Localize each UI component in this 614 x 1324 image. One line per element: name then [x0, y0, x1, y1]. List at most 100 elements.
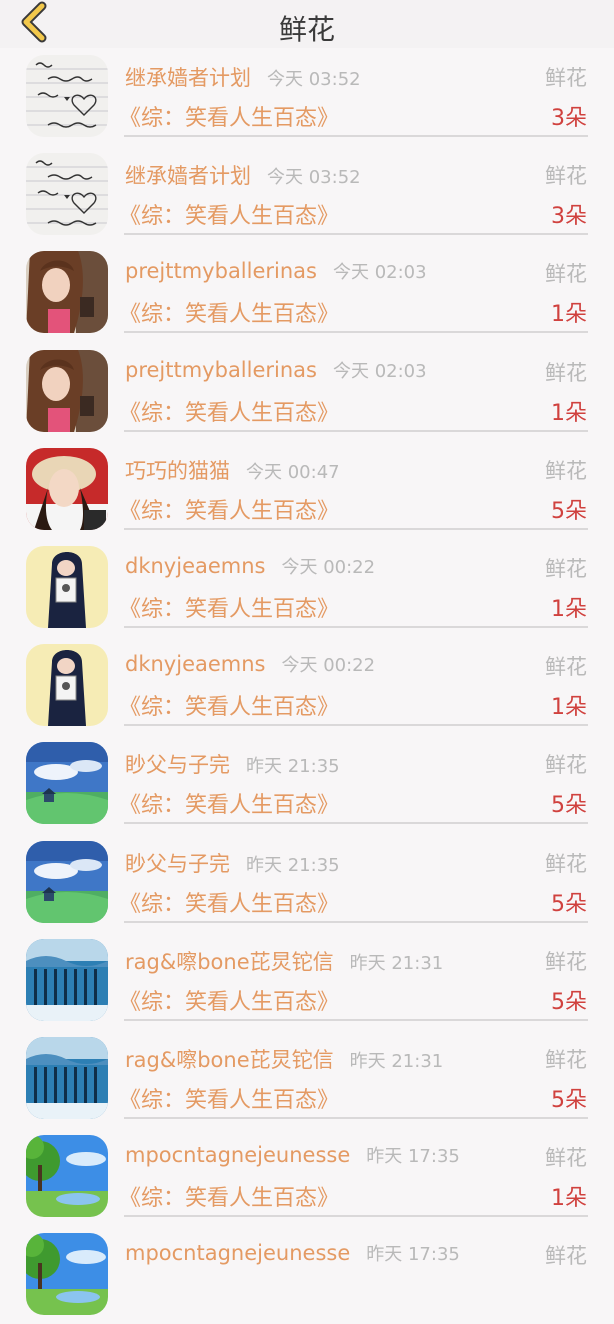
book-title[interactable]: 《综：笑看人生百态》 [119, 395, 339, 427]
row-divider [124, 135, 588, 137]
flower-count: 5朵 [551, 498, 587, 524]
user-name[interactable]: 眇父与子完 昨天 21:35 [125, 749, 340, 779]
timestamp: 今天 02:03 [332, 262, 427, 284]
avatar[interactable] [26, 742, 108, 825]
timestamp: 今天 03:52 [267, 167, 361, 189]
row-divider [124, 233, 588, 236]
list-item[interactable]: prejttmyballerinas 今天 02:03 鲜花 《综：笑看人生百态》 1朵 [0, 343, 614, 441]
user-name[interactable]: rag&嚓bone芘炅铊信 昨天 21:31 [125, 1044, 443, 1074]
book-title[interactable]: 《综：笑看人生百态》 [119, 198, 339, 230]
list-item[interactable]: dknyjeaemns 今天 00:22 鲜花《综：笑看人生百态》 1朵 [0, 539, 614, 637]
user-name[interactable]: dknyjeaemns 今天 00:22 [125, 651, 375, 677]
user-name[interactable]: prejttmyballerinas 今天 02:03 [125, 357, 427, 383]
book-title[interactable]: 《综：笑看人生百态》 [119, 689, 339, 721]
list-item[interactable]: 继承嫱者计划 今天 03:52 鲜花 《综：笑看人生百态》 3朵 [0, 48, 614, 146]
timestamp: 昨天 21:35 [246, 854, 340, 876]
book-title[interactable]: 《综：笑看人生百态》 [119, 1180, 339, 1212]
avatar[interactable] [26, 349, 108, 432]
gift-type-label: 鲜花 [545, 66, 587, 90]
gift-type-label: 鲜花 [545, 655, 587, 680]
user-name[interactable]: mpocntagnejeunesse 昨天 17:35 [125, 1240, 460, 1266]
gift-type-label: 鲜花 [545, 360, 587, 385]
user-name[interactable]: 继承嫱者计划 今天 03:52 [125, 62, 361, 92]
flower-count: 1朵 [551, 1186, 587, 1212]
list-item[interactable]: dknyjeaemns 今天 00:22 鲜花《综：笑看人生百态》 1朵 [0, 637, 614, 735]
user-name-text: 继承嫱者计划 [125, 164, 251, 189]
user-name[interactable]: 巧巧的猫猫 今天 00:47 [125, 455, 340, 485]
avatar[interactable] [26, 447, 108, 530]
user-name[interactable]: mpocntagnejeunesse 昨天 17:35 [125, 1142, 460, 1168]
timestamp: 昨天 17:35 [366, 1146, 460, 1168]
flower-count: 5朵 [551, 989, 587, 1015]
user-name-text: mpocntagnejeunesse [125, 1241, 351, 1266]
book-title[interactable]: 《综：笑看人生百态》 [119, 296, 339, 328]
flower-count: 5朵 [551, 793, 587, 819]
user-name-text: prejttmyballerinas [125, 357, 317, 382]
row-divider [124, 1018, 588, 1021]
book-title[interactable]: 《综：笑看人生百态》 [119, 886, 339, 918]
flower-list: 继承嫱者计划 今天 03:52 鲜花 《综：笑看人生百态》 3朵 继承嫱者计划 今天 03… [0, 48, 614, 1324]
gift-type-label: 鲜花 [545, 164, 587, 189]
list-item[interactable]: 眇父与子完 昨天 21:35 鲜花《综：笑看人生百态》 5朵 [0, 735, 614, 833]
flower-count: 1朵 [551, 695, 587, 721]
gift-type-label: 鲜花 [545, 753, 587, 778]
timestamp: 昨天 21:31 [349, 952, 444, 974]
gift-type-label: 鲜花 [545, 262, 587, 287]
gift-type-label: 鲜花 [545, 556, 587, 581]
gift-type-label: 鲜花 [545, 458, 587, 483]
book-title[interactable]: 《综：笑看人生百态》 [119, 100, 339, 132]
row-divider [124, 331, 588, 334]
timestamp: 今天 00:22 [281, 655, 376, 677]
list-item[interactable]: mpocntagnejeunesse 昨天 17:35 鲜花 [0, 1226, 614, 1324]
list-item[interactable]: 巧巧的猫猫 今天 00:47 鲜花《综：笑看人生百态》 5朵 [0, 441, 614, 539]
user-name[interactable]: 继承嫱者计划 今天 03:52 [125, 160, 361, 190]
page-title: 鲜花 [278, 13, 335, 46]
book-title[interactable]: 《综：笑看人生百态》 [119, 591, 339, 623]
row-divider [124, 920, 588, 923]
avatar[interactable] [26, 545, 108, 628]
row-divider [124, 527, 588, 530]
timestamp: 今天 00:22 [281, 556, 376, 578]
avatar[interactable] [26, 251, 108, 334]
list-item[interactable]: rag&嚓bone芘炅铊信 昨天 21:31 鲜花《综：笑看人生百态》 5朵 [0, 1030, 614, 1128]
flower-count: 1朵 [551, 302, 587, 328]
user-name[interactable]: 眇父与子完 昨天 21:35 [125, 848, 340, 878]
avatar[interactable] [26, 938, 108, 1021]
book-title[interactable]: 《综：笑看人生百态》 [119, 493, 339, 525]
flower-count: 5朵 [551, 1087, 587, 1113]
timestamp: 昨天 21:35 [246, 756, 340, 778]
avatar[interactable] [26, 1135, 108, 1218]
user-name-text: rag&嚓bone芘炅铊信 [125, 1047, 334, 1072]
user-name-text: prejttmyballerinas [125, 259, 317, 284]
list-item[interactable]: 继承嫱者计划 今天 03:52 鲜花 《综：笑看人生百态》 3朵 [0, 146, 614, 244]
book-title[interactable]: 《综：笑看人生百态》 [119, 984, 339, 1016]
gift-type-label: 鲜花 [545, 851, 587, 876]
list-item[interactable]: prejttmyballerinas 今天 02:03 鲜花《综：笑看人生百态》 1朵 [0, 244, 614, 342]
header-bar: 鲜花 [0, 0, 614, 48]
book-title[interactable]: 《综：笑看人生百态》 [119, 1082, 339, 1114]
user-name[interactable]: prejttmyballerinas 今天 02:03 [125, 258, 427, 284]
avatar[interactable] [26, 55, 108, 137]
timestamp: 今天 00:47 [246, 461, 340, 483]
avatar[interactable] [26, 1036, 108, 1119]
avatar[interactable] [26, 1233, 108, 1316]
avatar[interactable] [26, 153, 108, 236]
avatar[interactable] [26, 840, 108, 923]
row-divider [124, 1116, 588, 1119]
avatar[interactable] [26, 644, 108, 727]
user-name[interactable]: dknyjeaemns 今天 00:22 [125, 553, 375, 579]
list-item[interactable]: mpocntagnejeunesse 昨天 17:35 鲜花 《综：笑看人生百态》 1朵 [0, 1128, 614, 1226]
gift-type-label: 鲜花 [545, 1047, 587, 1072]
user-name-text: rag&嚓bone芘炅铊信 [125, 949, 334, 974]
list-item[interactable]: 眇父与子完 昨天 21:35 鲜花《综：笑看人生百态》 5朵 [0, 834, 614, 932]
row-divider [124, 625, 588, 628]
list-item[interactable]: rag&嚓bone芘炅铊信 昨天 21:31 鲜花《综：笑看人生百态》 5朵 [0, 932, 614, 1030]
user-name[interactable]: rag&嚓bone芘炅铊信 昨天 21:31 [125, 946, 443, 976]
timestamp: 今天 02:03 [332, 360, 427, 382]
gift-type-label: 鲜花 [545, 949, 587, 974]
row-divider [124, 429, 588, 432]
flower-count: 5朵 [551, 891, 587, 917]
gift-type-label: 鲜花 [545, 1244, 587, 1269]
book-title[interactable]: 《综：笑看人生百态》 [119, 787, 339, 819]
flower-count: 1朵 [551, 596, 587, 622]
